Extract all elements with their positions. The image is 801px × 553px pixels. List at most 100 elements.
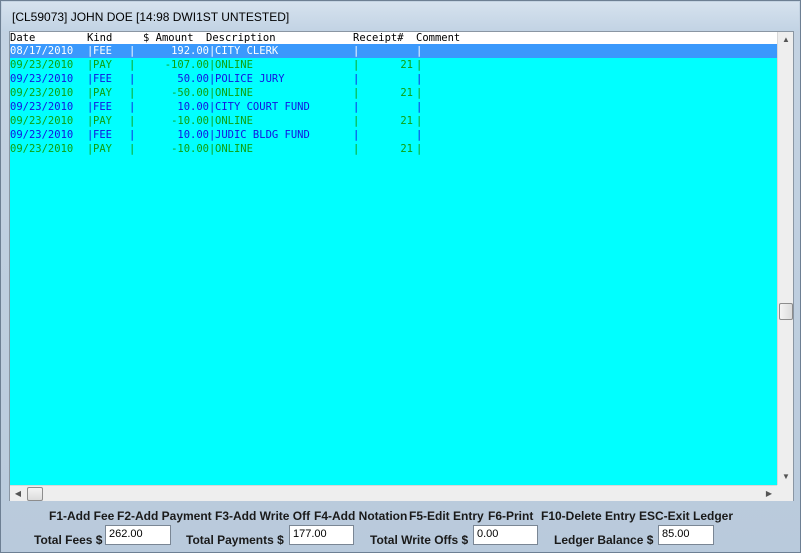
edit-entry-key[interactable]: F5-Edit Entry bbox=[409, 509, 484, 523]
column-separator: | bbox=[353, 73, 360, 85]
window-title: [CL59073] JOHN DOE [14:98 DWI1ST UNTESTE… bbox=[12, 10, 290, 24]
cell-amount: 50.00 bbox=[177, 73, 209, 85]
column-separator: | bbox=[129, 101, 136, 113]
total-write-offs-field[interactable]: 0.00 bbox=[473, 525, 538, 545]
add-write-off-key[interactable]: F3-Add Write Off bbox=[215, 509, 310, 523]
cell-amount: 192.00 bbox=[171, 45, 209, 57]
add-notation-key[interactable]: F4-Add Notation bbox=[314, 509, 407, 523]
ledger-window: [CL59073] JOHN DOE [14:98 DWI1ST UNTESTE… bbox=[0, 0, 801, 553]
ledger-balance-field[interactable]: 85.00 bbox=[658, 525, 714, 545]
column-separator: | bbox=[353, 143, 360, 155]
column-separator: | bbox=[353, 45, 360, 57]
cell-date: 09/23/2010 bbox=[10, 59, 74, 71]
total-fees-label: Total Fees $ bbox=[34, 533, 103, 547]
column-separator: | bbox=[353, 129, 360, 141]
cell-date: 09/23/2010 bbox=[10, 115, 74, 127]
total-payments-field[interactable]: 177.00 bbox=[289, 525, 354, 545]
column-separator: | bbox=[416, 129, 423, 141]
cell-description: ONLINE bbox=[215, 59, 253, 71]
add-payment-key[interactable]: F2-Add Payment bbox=[117, 509, 212, 523]
cell-amount: 10.00 bbox=[177, 129, 209, 141]
cell-kind: FEE bbox=[93, 129, 112, 141]
table-row[interactable]: | | | | | 09/23/2010 PAY -50.00 ONLINE 21 bbox=[10, 86, 777, 100]
ledger-balance-label: Ledger Balance $ bbox=[554, 533, 654, 547]
col-amount[interactable]: $ Amount bbox=[143, 32, 194, 44]
delete-entry-key[interactable]: F10-Delete Entry bbox=[541, 509, 636, 523]
cell-description: ONLINE bbox=[215, 115, 253, 127]
vertical-scroll-thumb[interactable] bbox=[779, 303, 793, 320]
cell-description: JUDIC BLDG FUND bbox=[215, 129, 310, 141]
column-separator: | bbox=[129, 45, 136, 57]
col-description[interactable]: Description bbox=[206, 32, 276, 44]
column-separator: | bbox=[353, 115, 360, 127]
cell-receipt: 21 bbox=[400, 143, 413, 155]
horizontal-scroll-thumb[interactable] bbox=[27, 487, 43, 501]
vertical-scrollbar[interactable]: ▲ ▼ bbox=[777, 32, 793, 485]
cell-description: CITY CLERK bbox=[215, 45, 279, 57]
column-separator: | bbox=[416, 87, 423, 99]
table-row[interactable]: | | | | | 09/23/2010 PAY -107.00 ONLINE 21 bbox=[10, 58, 777, 72]
scroll-left-icon[interactable]: ◀ bbox=[10, 486, 26, 502]
cell-amount: -10.00 bbox=[171, 115, 209, 127]
scroll-right-icon[interactable]: ▶ bbox=[761, 486, 777, 502]
ledger-grid[interactable]: | | | | | 08/17/2010 FEE 192.00 CITY CLERK | | | | | 0… bbox=[10, 44, 777, 485]
cell-kind: FEE bbox=[93, 73, 112, 85]
table-row[interactable]: | | | | | 08/17/2010 FEE 192.00 CITY CLERK bbox=[10, 44, 777, 58]
exit-ledger-key[interactable]: ESC-Exit Ledger bbox=[639, 509, 733, 523]
cell-kind: PAY bbox=[93, 115, 112, 127]
cell-kind: PAY bbox=[93, 87, 112, 99]
table-row[interactable]: | | | | | 09/23/2010 PAY -10.00 ONLINE 21 bbox=[10, 114, 777, 128]
column-separator: | bbox=[129, 143, 136, 155]
cell-date: 08/17/2010 bbox=[10, 45, 74, 57]
totals-bar: Total Fees $ 262.00 Total Payments $ 177… bbox=[1, 525, 801, 549]
column-separator: | bbox=[353, 87, 360, 99]
table-row[interactable]: | | | | | 09/23/2010 PAY -10.00 ONLINE 21 bbox=[10, 142, 777, 156]
column-header: Date Kind $ Amount Description Receipt# … bbox=[10, 32, 777, 44]
cell-kind: PAY bbox=[93, 143, 112, 155]
column-separator: | bbox=[416, 101, 423, 113]
col-kind[interactable]: Kind bbox=[87, 32, 112, 44]
column-separator: | bbox=[353, 59, 360, 71]
column-separator: | bbox=[416, 73, 423, 85]
cell-date: 09/23/2010 bbox=[10, 101, 74, 113]
cell-receipt: 21 bbox=[400, 59, 413, 71]
column-separator: | bbox=[129, 59, 136, 71]
cell-amount: -50.00 bbox=[171, 87, 209, 99]
column-separator: | bbox=[416, 143, 423, 155]
column-separator: | bbox=[129, 115, 136, 127]
table-row[interactable]: | | | | | 09/23/2010 FEE 10.00 JUDIC BLDG FUND bbox=[10, 128, 777, 142]
cell-amount: 10.00 bbox=[177, 101, 209, 113]
scroll-down-icon[interactable]: ▼ bbox=[778, 469, 794, 485]
column-separator: | bbox=[416, 45, 423, 57]
horizontal-scrollbar[interactable]: ◀ ▶ bbox=[10, 485, 777, 501]
cell-amount: -107.00 bbox=[164, 59, 209, 71]
print-key[interactable]: F6-Print bbox=[488, 509, 533, 523]
cell-kind: PAY bbox=[93, 59, 112, 71]
table-row[interactable]: | | | | | 09/23/2010 FEE 10.00 CITY COURT FUND bbox=[10, 100, 777, 114]
cell-receipt: 21 bbox=[400, 87, 413, 99]
cell-receipt: 21 bbox=[400, 115, 413, 127]
cell-description: CITY COURT FUND bbox=[215, 101, 310, 113]
scrollbar-corner bbox=[777, 485, 793, 501]
col-receipt[interactable]: Receipt# bbox=[353, 32, 404, 44]
column-separator: | bbox=[129, 73, 136, 85]
add-fee-key[interactable]: F1-Add Fee bbox=[49, 509, 114, 523]
cell-description: POLICE JURY bbox=[215, 73, 285, 85]
col-comment[interactable]: Comment bbox=[416, 32, 460, 44]
cell-amount: -10.00 bbox=[171, 143, 209, 155]
cell-date: 09/23/2010 bbox=[10, 143, 74, 155]
cell-description: ONLINE bbox=[215, 87, 253, 99]
total-write-offs-label: Total Write Offs $ bbox=[370, 533, 469, 547]
column-separator: | bbox=[353, 101, 360, 113]
scroll-up-icon[interactable]: ▲ bbox=[778, 32, 794, 48]
cell-kind: FEE bbox=[93, 101, 112, 113]
column-separator: | bbox=[129, 87, 136, 99]
col-date[interactable]: Date bbox=[10, 32, 35, 44]
table-row[interactable]: | | | | | 09/23/2010 FEE 50.00 POLICE JURY bbox=[10, 72, 777, 86]
total-fees-field[interactable]: 262.00 bbox=[105, 525, 171, 545]
cell-date: 09/23/2010 bbox=[10, 73, 74, 85]
total-payments-label: Total Payments $ bbox=[186, 533, 284, 547]
cell-kind: FEE bbox=[93, 45, 112, 57]
function-key-bar: F1-Add Fee F2-Add Payment F3-Add Write O… bbox=[1, 509, 801, 523]
column-separator: | bbox=[416, 59, 423, 71]
